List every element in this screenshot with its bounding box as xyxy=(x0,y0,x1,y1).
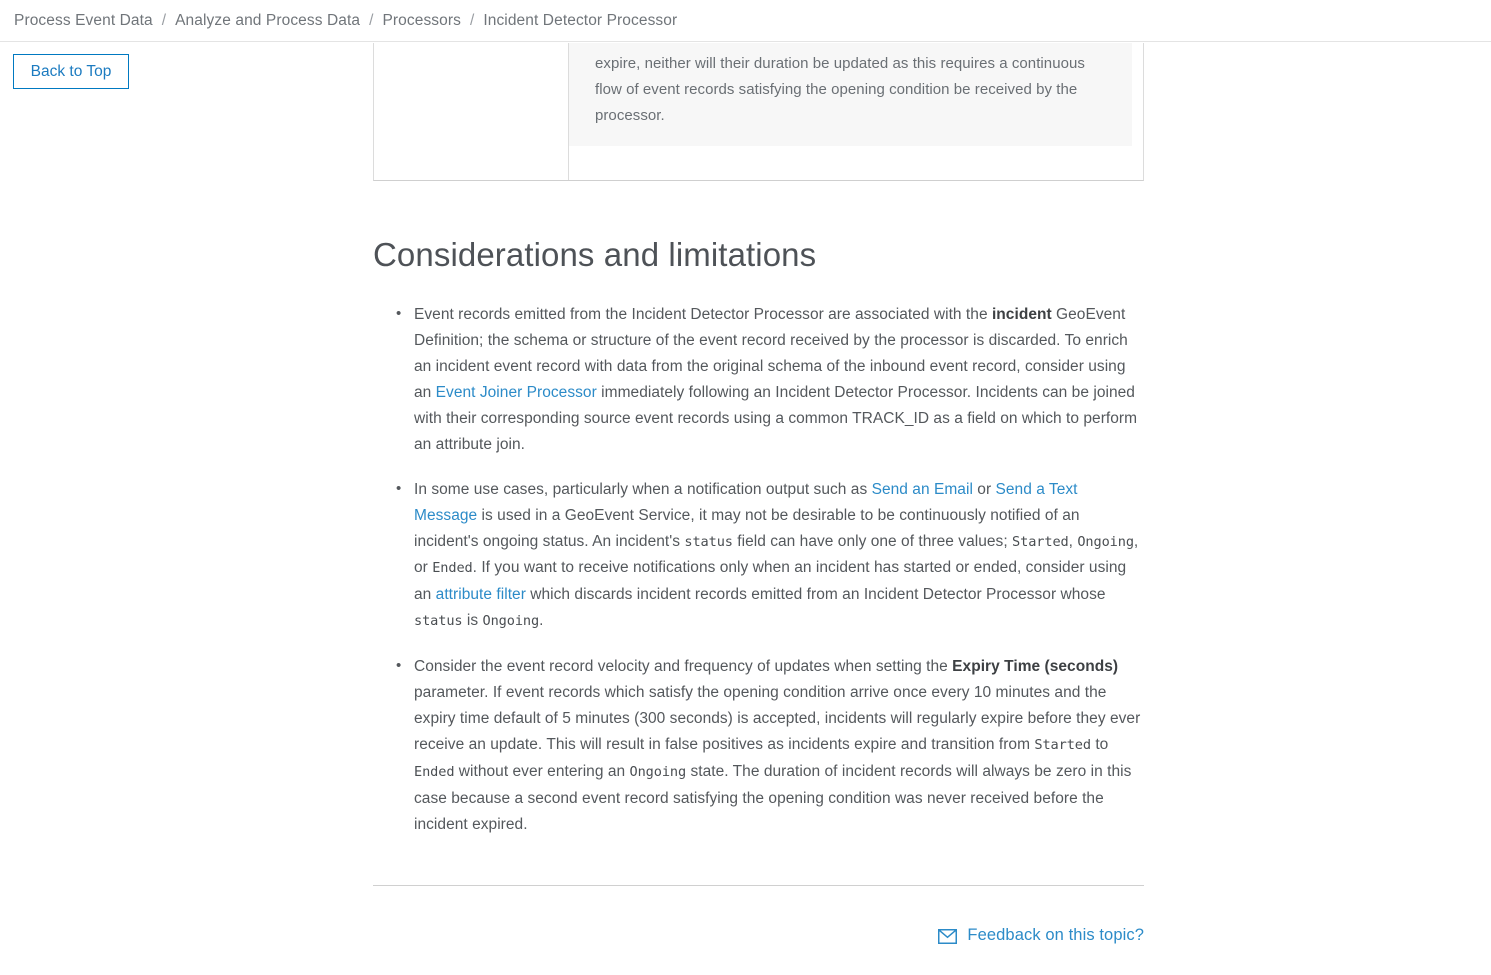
bullet1-bold-incident: incident xyxy=(991,306,1052,324)
breadcrumb-separator: / xyxy=(470,11,475,29)
back-to-top-button[interactable]: Back to Top xyxy=(13,54,129,89)
breadcrumb-item-3[interactable]: Processors xyxy=(382,12,461,30)
left-sidebar: Back to Top xyxy=(0,43,372,975)
breadcrumb-item-1[interactable]: Process Event Data xyxy=(14,12,153,30)
bullet3-bold-expiry-time: Expiry Time (seconds) xyxy=(952,658,1119,676)
bullet2-text-1: In some use cases, particularly when a n… xyxy=(414,480,872,498)
bullet3-text-4: without ever entering an xyxy=(454,762,630,780)
parameters-table-fragment: expire, neither will their duration be u… xyxy=(373,43,1144,181)
bullet1-text-1: Event records emitted from the Incident … xyxy=(414,306,992,324)
link-event-joiner-processor[interactable]: Event Joiner Processor xyxy=(436,384,597,401)
table-cell-parameter-description: expire, neither will their duration be u… xyxy=(569,43,1143,180)
breadcrumb-separator: / xyxy=(161,11,167,29)
table-cell-parameter-name xyxy=(374,43,569,180)
code-ended-2: Ended xyxy=(414,763,455,780)
bullet2-text-10: . xyxy=(539,612,544,630)
code-ended: Ended xyxy=(432,560,473,577)
content-divider xyxy=(373,885,1144,887)
main-content: expire, neither will their duration be u… xyxy=(373,43,1144,945)
considerations-list: Event records emitted from the Incident … xyxy=(373,301,1144,837)
bullet3-text-1: Consider the event record velocity and f… xyxy=(414,658,953,676)
bullet3-text-2: parameter. If event records which satisf… xyxy=(414,684,1141,753)
code-status-2: status xyxy=(414,613,463,630)
list-item: In some use cases, particularly when a n… xyxy=(396,476,1144,635)
bullet2-text-4: field can have only one of three values; xyxy=(732,532,1013,550)
note-code-block: expire, neither will their duration be u… xyxy=(569,43,1132,146)
code-started-2: Started xyxy=(1034,736,1091,753)
bullet2-text-9: is xyxy=(462,612,483,630)
code-status: status xyxy=(684,533,733,550)
bullet3-text-3: to xyxy=(1090,735,1109,753)
link-attribute-filter[interactable]: attribute filter xyxy=(436,586,526,603)
link-send-an-email[interactable]: Send an Email xyxy=(872,481,973,498)
feedback-link-label: Feedback on this topic? xyxy=(967,926,1144,945)
list-item: Consider the event record velocity and f… xyxy=(396,653,1144,837)
code-started: Started xyxy=(1012,533,1069,550)
code-ongoing: Ongoing xyxy=(1077,533,1134,550)
breadcrumb-item-4: Incident Detector Processor xyxy=(483,11,678,29)
breadcrumb: Process Event Data / Analyze and Process… xyxy=(0,0,1491,42)
code-ongoing-2: Ongoing xyxy=(482,613,540,630)
note-code-text: expire, neither will their duration be u… xyxy=(595,55,1085,124)
feedback-link[interactable]: Feedback on this topic? xyxy=(938,926,1144,945)
mail-icon xyxy=(938,929,958,945)
bullet2-text-8: which discards incident records emitted … xyxy=(525,586,1106,604)
list-item: Event records emitted from the Incident … xyxy=(396,301,1144,457)
breadcrumb-separator: / xyxy=(369,11,374,29)
code-ongoing-3: Ongoing xyxy=(629,763,687,780)
bullet2-text-2: or xyxy=(972,480,996,498)
breadcrumb-item-2[interactable]: Analyze and Process Data xyxy=(175,12,360,30)
page-title: Considerations and limitations xyxy=(373,236,817,273)
feedback-row: Feedback on this topic? xyxy=(373,926,1144,945)
